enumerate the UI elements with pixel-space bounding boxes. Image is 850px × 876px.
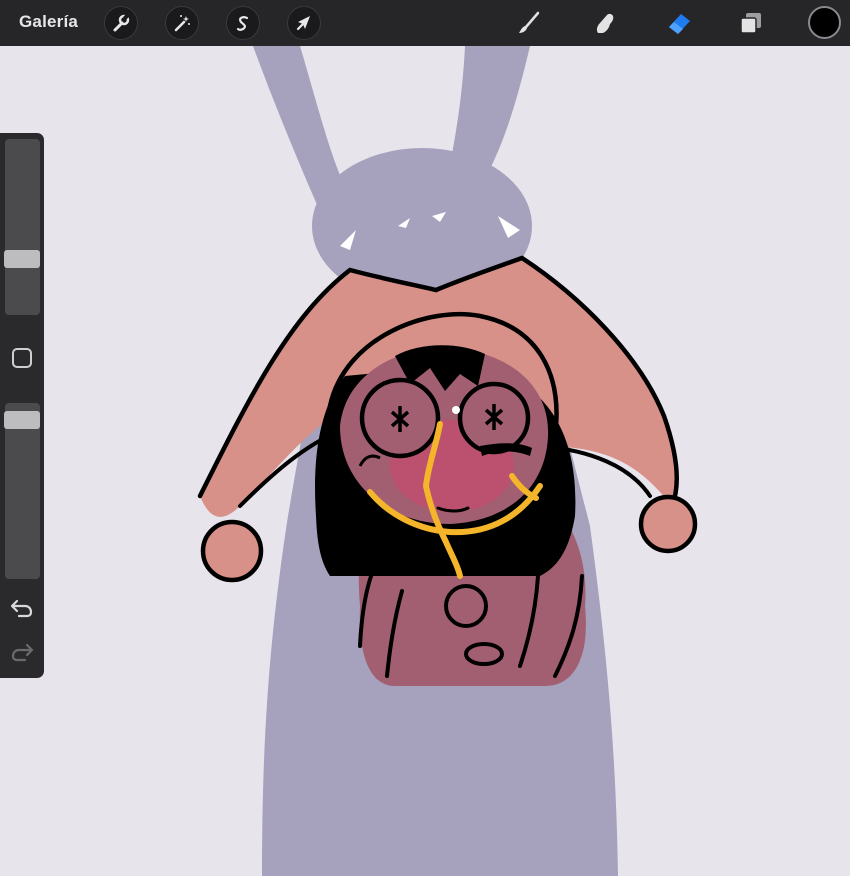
layers-icon <box>740 13 761 34</box>
opacity-slider[interactable] <box>4 403 40 579</box>
smudge-tool-button[interactable] <box>588 6 622 40</box>
brush-icon <box>519 11 540 33</box>
arrow-cursor-icon <box>296 16 310 31</box>
transform-button[interactable] <box>287 6 321 40</box>
left-sidebar <box>0 133 44 678</box>
redo-icon <box>11 643 34 662</box>
brush-tool-button[interactable] <box>512 6 546 40</box>
wrench-icon <box>113 14 130 32</box>
adjustments-button[interactable] <box>165 6 199 40</box>
gallery-button[interactable]: Galería <box>19 12 78 32</box>
top-toolbar: Galería <box>0 0 850 46</box>
smudge-finger-icon <box>596 13 614 33</box>
selection-s-icon <box>236 16 249 31</box>
eraser-tool-button[interactable] <box>662 6 696 40</box>
undo-button[interactable] <box>9 597 35 619</box>
undo-icon <box>10 599 33 618</box>
layers-button[interactable] <box>734 6 768 40</box>
redo-button[interactable] <box>9 641 35 663</box>
opacity-slider-thumb[interactable] <box>4 411 40 429</box>
modify-button[interactable] <box>12 348 32 368</box>
actions-button[interactable] <box>104 6 138 40</box>
brush-size-slider[interactable] <box>4 139 40 315</box>
drawing-canvas[interactable] <box>0 46 850 876</box>
eraser-icon <box>669 14 690 34</box>
color-picker-button[interactable] <box>808 6 841 39</box>
magic-wand-icon <box>174 15 190 32</box>
selection-button[interactable] <box>226 6 260 40</box>
brush-size-slider-thumb[interactable] <box>4 250 40 268</box>
